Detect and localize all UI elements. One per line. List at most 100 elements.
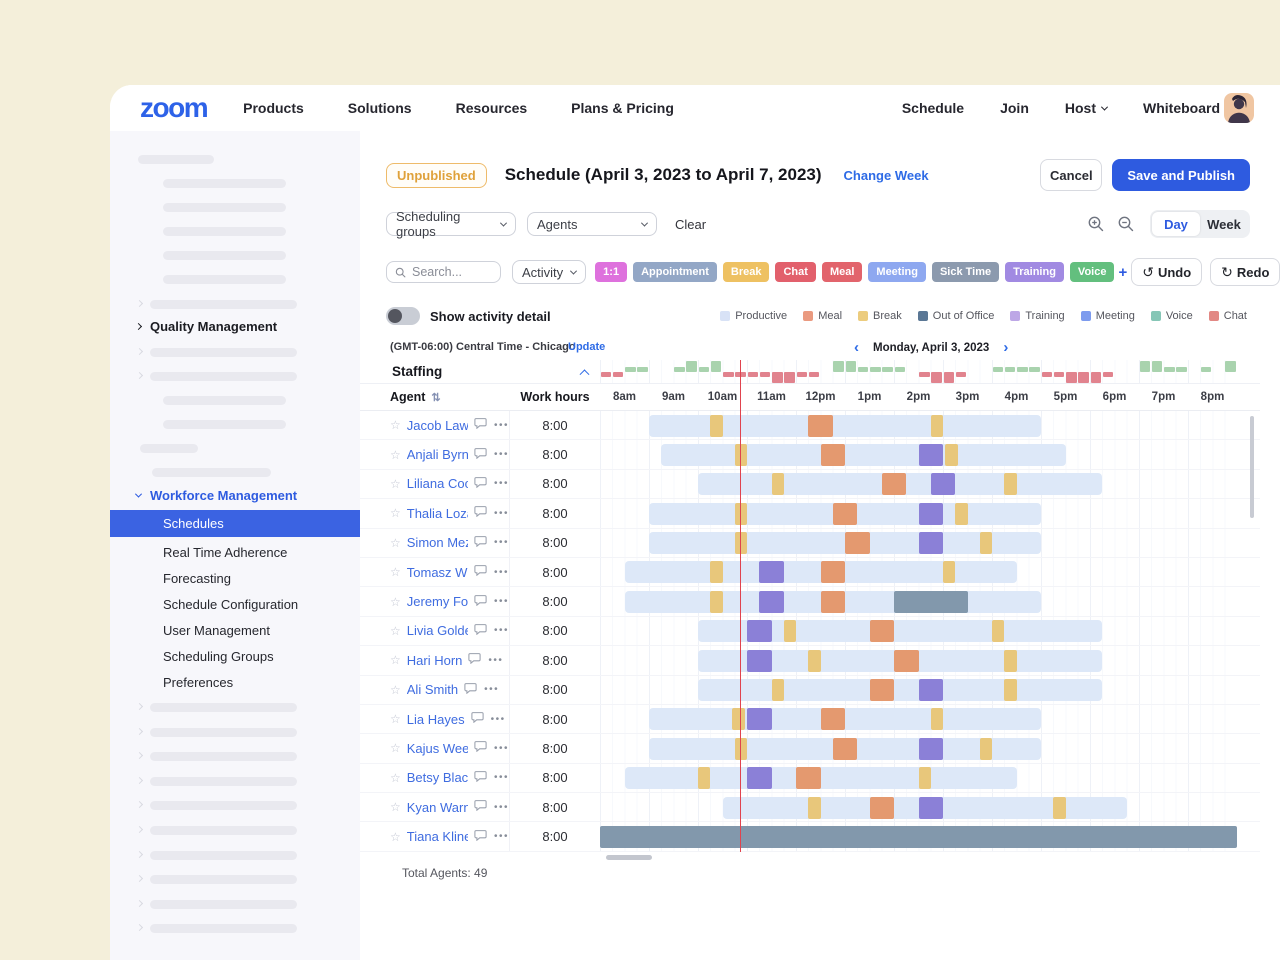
activity-block-break[interactable] <box>735 532 747 554</box>
chat-bubble-icon[interactable] <box>474 534 487 552</box>
shift-bar[interactable] <box>649 415 1041 437</box>
sidebar-item-preferences[interactable]: Preferences <box>163 675 233 690</box>
timeline-cell[interactable] <box>600 793 1237 821</box>
sidebar-item-real-time-adherence[interactable]: Real Time Adherence <box>163 545 287 560</box>
nav-item-resources[interactable]: Resources <box>456 100 528 116</box>
agent-name-link[interactable]: Hari Horn <box>407 653 463 668</box>
shift-bar[interactable] <box>661 444 1065 466</box>
timeline-cell[interactable] <box>600 558 1237 586</box>
activity-block-break[interactable] <box>710 561 722 583</box>
activity-block-break[interactable] <box>710 415 722 437</box>
update-timezone-link[interactable]: Update <box>568 341 605 353</box>
scheduling-groups-select[interactable]: Scheduling groups <box>386 212 516 236</box>
activity-block-break[interactable] <box>772 679 784 701</box>
activity-select[interactable]: Activity <box>512 260 586 284</box>
activity-block-meeting[interactable] <box>747 650 772 672</box>
add-activity-button[interactable]: + <box>1114 264 1131 281</box>
activity-block-meeting[interactable] <box>919 444 944 466</box>
activity-block-meal[interactable] <box>821 708 846 730</box>
activity-block-break[interactable] <box>735 738 747 760</box>
more-options-icon[interactable]: ••• <box>494 567 509 578</box>
star-icon[interactable]: ☆ <box>390 507 401 519</box>
more-options-icon[interactable]: ••• <box>494 420 509 431</box>
collapse-staffing-icon[interactable] <box>580 369 590 379</box>
star-icon[interactable]: ☆ <box>390 801 401 813</box>
activity-block-break[interactable] <box>1004 650 1016 672</box>
next-day-button[interactable]: › <box>1003 340 1008 355</box>
timeline-cell[interactable] <box>600 499 1237 527</box>
activity-block-break[interactable] <box>931 415 943 437</box>
timeline-cell[interactable] <box>600 764 1237 792</box>
agent-name-link[interactable]: Tomasz Wise <box>407 565 468 580</box>
save-and-publish-button[interactable]: Save and Publish <box>1112 159 1250 191</box>
activity-block-break[interactable] <box>732 708 744 730</box>
sidebar-item-workforce-management[interactable]: Workforce Management <box>136 488 297 503</box>
more-options-icon[interactable]: ••• <box>494 596 509 607</box>
more-options-icon[interactable]: ••• <box>494 802 509 813</box>
star-icon[interactable]: ☆ <box>390 537 401 549</box>
agent-name-link[interactable]: Simon Meza <box>407 535 468 550</box>
activity-block-meeting[interactable] <box>919 738 944 760</box>
more-options-icon[interactable]: ••• <box>484 684 499 695</box>
activity-block-meal[interactable] <box>833 503 858 525</box>
activity-block-ooo[interactable] <box>600 826 1237 848</box>
more-options-icon[interactable]: ••• <box>494 537 509 548</box>
vertical-scrollbar[interactable] <box>1250 416 1254 518</box>
more-options-icon[interactable]: ••• <box>488 655 503 666</box>
activity-block-break[interactable] <box>772 473 784 495</box>
star-icon[interactable]: ☆ <box>390 596 401 608</box>
activity-block-meeting[interactable] <box>931 473 956 495</box>
nav-item-join[interactable]: Join <box>1000 100 1029 116</box>
clear-filters-button[interactable]: Clear <box>675 217 706 232</box>
agent-name-link[interactable]: Tiana Kline <box>407 829 468 844</box>
change-week-link[interactable]: Change Week <box>844 168 929 183</box>
activity-block-meeting[interactable] <box>759 591 784 613</box>
chat-bubble-icon[interactable] <box>464 681 477 699</box>
timeline-cell[interactable] <box>600 822 1237 850</box>
chat-bubble-icon[interactable] <box>474 769 487 787</box>
activity-block-break[interactable] <box>992 620 1004 642</box>
activity-block-break[interactable] <box>1004 473 1016 495</box>
chat-bubble-icon[interactable] <box>474 563 487 581</box>
chat-bubble-icon[interactable] <box>474 504 487 522</box>
chat-bubble-icon[interactable] <box>474 622 487 640</box>
chat-bubble-icon[interactable] <box>474 593 487 611</box>
nav-item-products[interactable]: Products <box>243 100 304 116</box>
day-view-tab[interactable]: Day <box>1152 212 1200 236</box>
search-box[interactable] <box>386 261 501 283</box>
chat-bubble-icon[interactable] <box>474 446 487 464</box>
zoom-out-icon[interactable] <box>1116 214 1136 234</box>
star-icon[interactable]: ☆ <box>390 566 401 578</box>
agent-name-link[interactable]: Livia Golden <box>407 623 468 638</box>
chat-bubble-icon[interactable] <box>471 710 484 728</box>
chat-bubble-icon[interactable] <box>474 475 487 493</box>
activity-block-break[interactable] <box>1053 797 1065 819</box>
activity-block-meeting[interactable] <box>747 708 772 730</box>
activity-block-meal[interactable] <box>796 767 821 789</box>
star-icon[interactable]: ☆ <box>390 831 401 843</box>
more-options-icon[interactable]: ••• <box>494 625 509 636</box>
avatar[interactable] <box>1224 93 1254 123</box>
more-options-icon[interactable]: ••• <box>494 772 509 783</box>
agent-name-link[interactable]: Jeremy Foster <box>407 594 468 609</box>
activity-block-meeting[interactable] <box>759 561 784 583</box>
star-icon[interactable]: ☆ <box>390 625 401 637</box>
activity-block-meeting[interactable] <box>919 797 944 819</box>
agents-select[interactable]: Agents <box>527 212 657 236</box>
timeline-cell[interactable] <box>600 529 1237 557</box>
star-icon[interactable]: ☆ <box>390 772 401 784</box>
timeline-cell[interactable] <box>600 734 1237 762</box>
activity-block-break[interactable] <box>808 650 820 672</box>
agent-name-link[interactable]: Thalia Lozano <box>407 506 468 521</box>
activity-block-break[interactable] <box>919 767 931 789</box>
star-icon[interactable]: ☆ <box>390 742 401 754</box>
activity-block-break[interactable] <box>698 767 710 789</box>
sidebar-item-schedule-configuration[interactable]: Schedule Configuration <box>163 597 298 612</box>
redo-button[interactable]: ↻ Redo <box>1210 258 1280 286</box>
activity-block-break[interactable] <box>735 503 747 525</box>
activity-block-meal[interactable] <box>821 561 846 583</box>
activity-block-meal[interactable] <box>870 620 895 642</box>
more-options-icon[interactable]: ••• <box>494 743 509 754</box>
activity-block-meeting[interactable] <box>747 620 772 642</box>
sort-icon[interactable]: ⇅ <box>431 391 440 404</box>
